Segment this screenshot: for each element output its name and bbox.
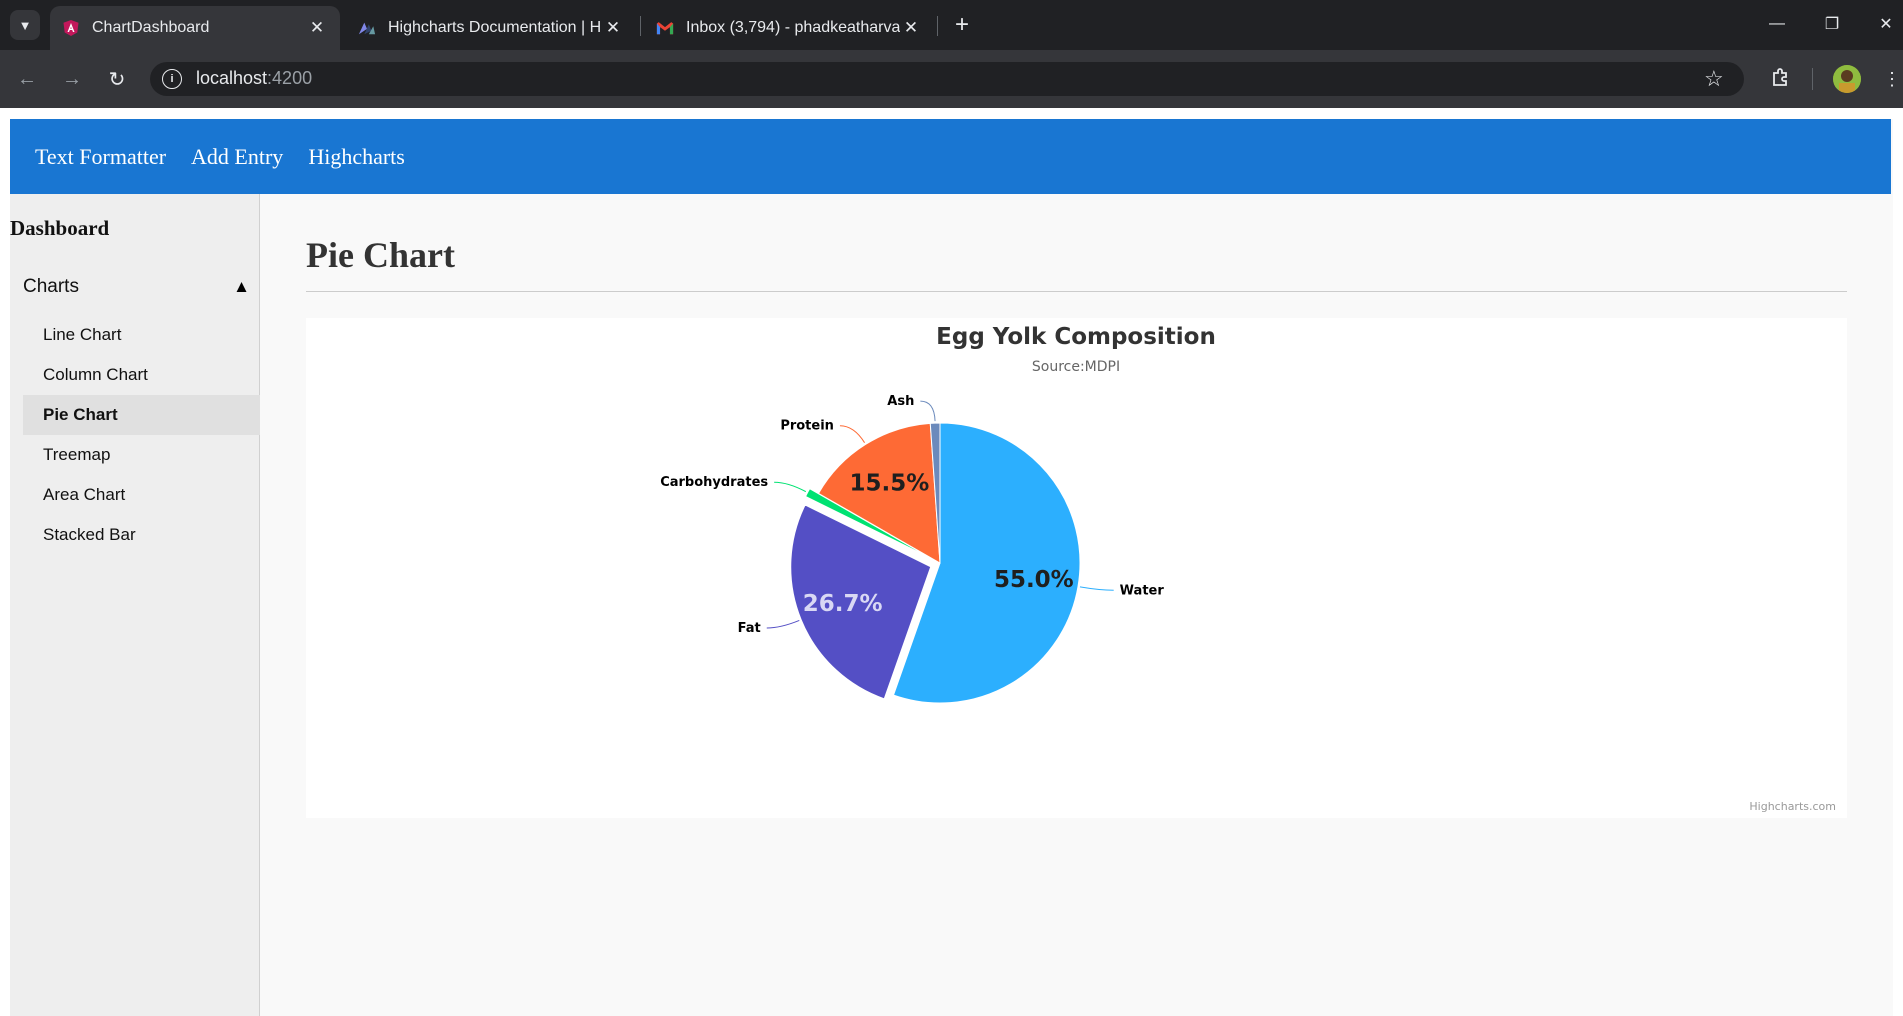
percent-label-protein: 15.5%	[850, 470, 930, 496]
reload-icon: ↻	[108, 68, 126, 91]
minimize-button[interactable]: —	[1757, 8, 1797, 40]
tab-separator	[640, 16, 641, 36]
main-content: Pie Chart Egg Yolk Composition Source:MD…	[260, 194, 1893, 1016]
gmail-icon	[656, 19, 674, 37]
data-label-connector	[1079, 586, 1114, 591]
data-label-connector	[774, 481, 807, 493]
back-button[interactable]: ←	[12, 64, 42, 94]
close-window-button[interactable]: ✕	[1866, 8, 1903, 40]
sidebar-chart-list: Line Chart Column Chart Pie Chart Treema…	[23, 315, 260, 555]
tab-title: Highcharts Documentation | Highcharts	[388, 19, 602, 36]
browser-tab-chartdashboard[interactable]: ChartDashboard ✕	[50, 6, 340, 50]
data-label-connector	[839, 425, 865, 443]
data-label-connector	[766, 619, 800, 629]
tab-search-button[interactable]: ▼	[10, 10, 40, 40]
highcharts-icon	[358, 19, 376, 37]
page-title: Pie Chart	[306, 235, 455, 275]
chart-title: Egg Yolk Composition	[936, 324, 1216, 350]
sidebar-item-stacked-bar[interactable]: Stacked Bar	[23, 515, 260, 555]
data-label-carbohydrates: Carbohydrates	[660, 475, 768, 490]
close-tab-icon[interactable]: ✕	[900, 17, 922, 39]
extensions-button[interactable]	[1766, 64, 1796, 94]
sidebar-item-area-chart[interactable]: Area Chart	[23, 475, 260, 515]
minimize-icon: —	[1769, 15, 1785, 32]
nav-highcharts[interactable]: Highcharts	[308, 144, 405, 170]
address-url[interactable]: localhost:4200	[196, 68, 312, 89]
site-info-icon[interactable]: i	[162, 69, 182, 89]
arrow-left-icon: ←	[17, 67, 37, 90]
puzzle-icon	[1771, 67, 1791, 92]
title-divider	[306, 291, 1847, 292]
arrow-right-icon: →	[62, 67, 82, 90]
percent-label-water: 55.0%	[994, 567, 1074, 593]
chart-subtitle: Source:MDPI	[1032, 359, 1120, 375]
toolbar-divider	[1812, 68, 1813, 90]
reload-button[interactable]: ↻	[102, 64, 132, 94]
sidebar-item-treemap[interactable]: Treemap	[23, 435, 260, 475]
restore-button[interactable]: ❐	[1812, 8, 1852, 40]
caret-up-icon: ▲	[233, 277, 250, 296]
browser-tab-gmail[interactable]: Inbox (3,794) - phadkeatharva0 ✕	[644, 6, 934, 50]
top-nav-bar: Text Formatter Add Entry Highcharts	[10, 119, 1891, 194]
url-port: :4200	[267, 68, 313, 88]
tab-title: ChartDashboard	[92, 19, 210, 36]
url-host: localhost	[196, 68, 268, 88]
sidebar-group-charts[interactable]: Charts ▲	[23, 273, 250, 301]
browser-menu-button[interactable]: ⋮	[1877, 64, 1903, 94]
data-label-water: Water	[1120, 583, 1165, 598]
data-label-connector	[920, 400, 936, 422]
nav-add-entry[interactable]: Add Entry	[191, 144, 283, 170]
restore-icon: ❐	[1824, 16, 1840, 33]
data-label-fat: Fat	[738, 621, 761, 636]
browser-tab-bar: ▼ ChartDashboard ✕ Highcharts Documentat…	[0, 0, 1903, 50]
close-tab-icon[interactable]: ✕	[602, 17, 624, 39]
percent-label-fat: 26.7%	[803, 591, 883, 617]
data-label-ash: Ash	[887, 394, 914, 409]
nav-text-formatter[interactable]: Text Formatter	[35, 144, 166, 170]
close-tab-icon[interactable]: ✕	[306, 17, 328, 39]
sidebar-item-line-chart[interactable]: Line Chart	[23, 315, 260, 355]
new-tab-button[interactable]: +	[948, 11, 976, 39]
plus-icon: +	[954, 11, 969, 38]
profile-avatar[interactable]	[1833, 65, 1861, 93]
sidebar-title: Dashboard	[10, 216, 110, 240]
address-bar[interactable]	[150, 62, 1744, 96]
tab-separator	[937, 16, 938, 36]
more-vert-icon: ⋮	[1883, 68, 1901, 89]
tab-title: Inbox (3,794) - phadkeatharva0	[686, 19, 900, 36]
angular-icon	[62, 19, 80, 37]
pie-chart-svg: Egg Yolk Composition Source:MDPI Water 55…	[660, 324, 1836, 813]
sidebar-item-pie-chart[interactable]: Pie Chart	[23, 395, 260, 435]
pie-slices	[790, 422, 1081, 704]
sidebar-group-label: Charts	[23, 276, 79, 297]
forward-button[interactable]: →	[57, 64, 87, 94]
pie-chart-container: Egg Yolk Composition Source:MDPI Water 55…	[306, 318, 1847, 818]
data-label-protein: Protein	[780, 419, 834, 434]
bookmark-star-icon[interactable]: ☆	[1704, 66, 1724, 92]
browser-tab-highcharts-docs[interactable]: Highcharts Documentation | Highcharts ✕	[346, 6, 636, 50]
chevron-down-icon: ▼	[18, 17, 32, 33]
sidebar-item-column-chart[interactable]: Column Chart	[23, 355, 260, 395]
sidebar: Dashboard Charts ▲ Line Chart Column Cha…	[10, 194, 260, 1016]
highcharts-credit[interactable]: Highcharts.com	[1749, 800, 1836, 813]
close-icon: ✕	[1879, 16, 1893, 33]
app-root: Text Formatter Add Entry Highcharts Dash…	[10, 119, 1893, 1016]
